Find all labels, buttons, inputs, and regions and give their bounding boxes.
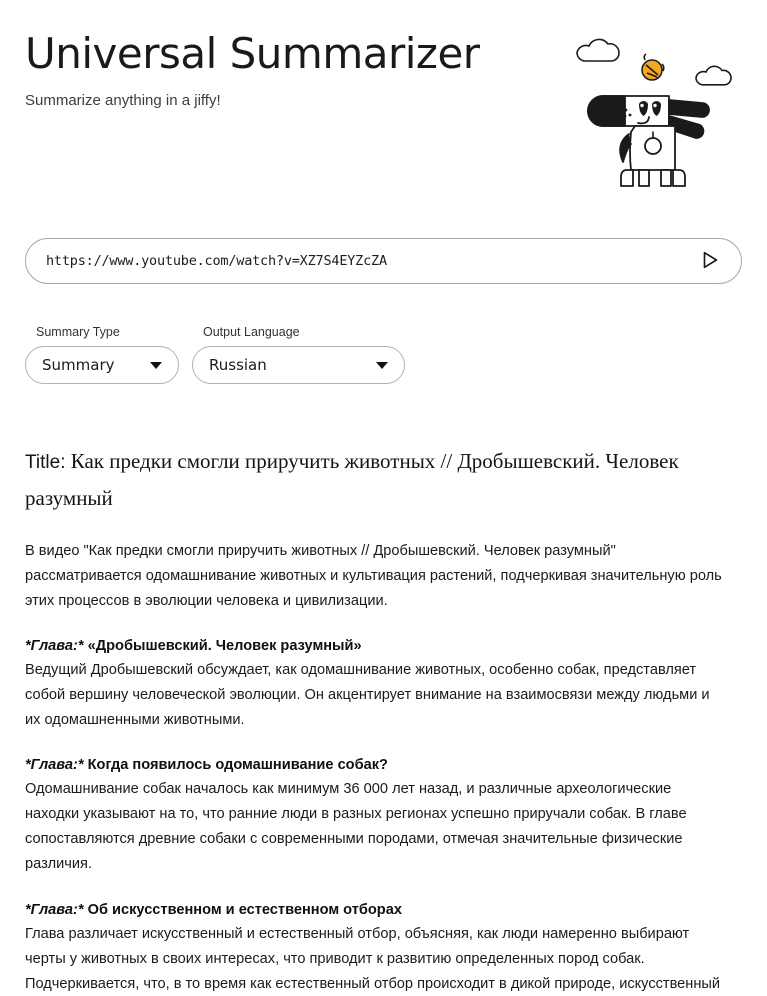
submit-button[interactable]	[693, 244, 727, 278]
summary-title: Title: Как предки смогли приручить живот…	[25, 443, 725, 517]
app-header: Universal Summarizer Summarize anything …	[0, 0, 767, 200]
summary-title-text: Как предки смогли приручить животных // …	[25, 449, 679, 510]
summary-intro: В видео "Как предки смогли приручить жив…	[25, 542, 722, 609]
chapter-marker: *Глава:*	[25, 637, 84, 654]
chevron-down-icon	[376, 361, 388, 369]
output-language-group: Output Language Russian	[192, 325, 405, 384]
url-bar	[25, 238, 742, 284]
summary-type-select[interactable]: Summary	[25, 346, 179, 384]
chapter-body: Ведущий Дробышевский обсуждает, как одом…	[25, 661, 710, 729]
chapter-heading-text: Когда появилось одомашнивание собак?	[87, 757, 388, 774]
chevron-down-icon	[150, 361, 162, 369]
chapter-heading: *Глава:* Когда появилось одомашнивание с…	[25, 754, 725, 777]
output-language-label: Output Language	[203, 325, 300, 339]
url-input-container[interactable]	[25, 238, 742, 284]
summary-title-label: Title:	[25, 452, 66, 473]
url-input[interactable]	[46, 239, 693, 283]
chapter-section: *Глава:* «Дробышевский. Человек разумный…	[25, 635, 725, 733]
output-language-select[interactable]: Russian	[192, 346, 405, 384]
page-subtitle: Summarize anything in a jiffy!	[25, 92, 221, 110]
chapter-body: Одомашнивание собак началось как минимум…	[25, 781, 687, 873]
chapter-section: *Глава:* Когда появилось одомашнивание с…	[25, 754, 725, 877]
page-root: Universal Summarizer Summarize anything …	[0, 0, 767, 996]
chapter-heading-text: Об искусственном и естественном отборах	[87, 901, 402, 918]
summary-output: Title: Как предки смогли приручить живот…	[25, 443, 725, 996]
chapter-heading: *Глава:* «Дробышевский. Человек разумный…	[25, 635, 725, 658]
summary-type-group: Summary Type Summary	[25, 325, 179, 384]
chapter-heading: *Глава:* Об искусственном и естественном…	[25, 899, 725, 922]
chapter-marker: *Глава:*	[25, 901, 84, 918]
chapter-marker: *Глава:*	[25, 757, 84, 774]
chapter-body: Глава различает искусственный и естестве…	[25, 925, 721, 992]
options-row: Summary Type Summary Output Language Rus…	[25, 325, 405, 384]
chapter-section: *Глава:* Об искусственном и естественном…	[25, 899, 725, 996]
summary-type-value: Summary	[42, 355, 115, 374]
send-triangle-icon	[699, 249, 721, 274]
output-language-value: Russian	[209, 355, 267, 374]
summary-type-label: Summary Type	[36, 325, 120, 339]
page-title: Universal Summarizer	[25, 29, 480, 78]
chapter-heading-text: «Дробышевский. Человек разумный»	[87, 637, 362, 654]
